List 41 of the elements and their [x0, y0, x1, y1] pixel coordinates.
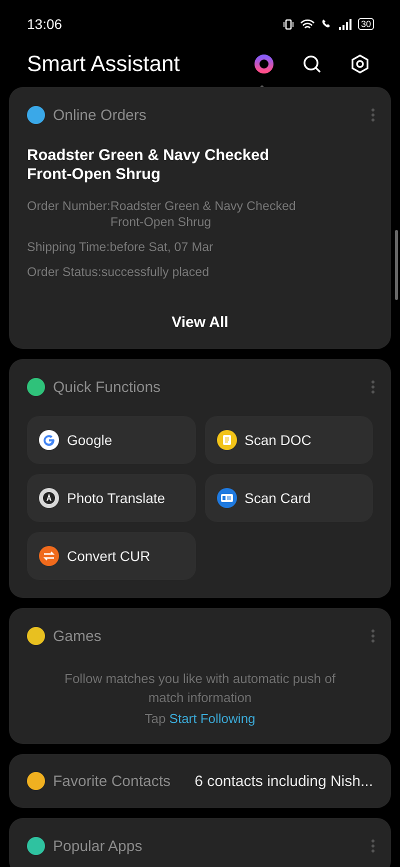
function-button[interactable]: Convert CUR [27, 532, 196, 580]
page-title: Smart Assistant [27, 51, 181, 77]
field-value: Roadster Green & Navy Checked Front-Open Shrug [110, 198, 297, 230]
more-icon[interactable] [371, 629, 375, 643]
translate-icon [39, 488, 59, 508]
section-title: Games [53, 628, 102, 644]
call-icon [320, 18, 333, 30]
function-button[interactable]: Scan DOC [204, 416, 373, 464]
start-following-link[interactable]: Start Following [169, 711, 256, 726]
doc-icon [216, 430, 236, 450]
function-button[interactable]: Scan Card [204, 474, 373, 522]
wifi-icon [300, 18, 315, 30]
card-icon [216, 488, 236, 508]
section-title: Popular Apps [53, 838, 144, 854]
google-icon [39, 430, 59, 450]
contacts-summary[interactable]: 6 contacts including Nish... [194, 772, 373, 790]
field-value: before Sat, 07 Mar [110, 239, 214, 255]
more-icon[interactable] [371, 108, 375, 122]
signal-icon [338, 18, 352, 30]
function-button[interactable]: Google [27, 416, 196, 464]
assistant-orb-icon[interactable] [254, 54, 274, 74]
product-name: Roadster Green & Navy Checked Front-Open Shrug [27, 146, 270, 184]
status-time: 13:06 [27, 16, 62, 32]
settings-icon[interactable] [350, 54, 370, 74]
more-icon[interactable] [371, 839, 375, 853]
games-description: Follow matches you like with automatic push of match information [64, 670, 336, 707]
section-title: Quick Functions [53, 378, 162, 396]
field-value: successfully placed [101, 264, 210, 280]
battery-indicator: 30 [358, 18, 374, 30]
scroll-bar [395, 230, 398, 300]
follow-prompt: Tap Start Following [144, 711, 256, 726]
field-label: Order Number: [27, 198, 110, 215]
view-all-button[interactable]: View All [172, 314, 228, 331]
search-icon[interactable] [302, 54, 322, 74]
more-icon[interactable] [371, 380, 375, 394]
field-label: Order Status: [27, 264, 102, 280]
section-title: Online Orders [53, 106, 148, 124]
field-label: Shipping Time: [27, 239, 110, 255]
function-button[interactable]: Photo Translate [27, 474, 196, 522]
vibrate-icon [282, 18, 294, 30]
section-title: Favorite Contacts [53, 772, 172, 790]
